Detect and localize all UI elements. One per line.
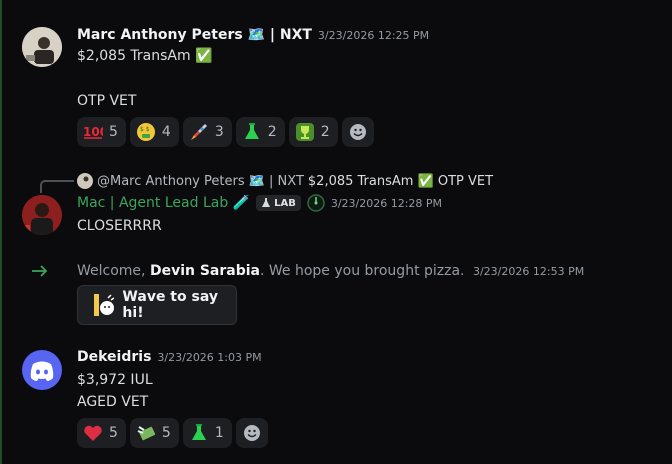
reaction-rocket[interactable]: 3: [182, 117, 232, 147]
welcome-message: Welcome, Devin Sarabia. We hope you brou…: [77, 263, 584, 279]
author-name[interactable]: Dekeidris: [77, 349, 151, 365]
message-header: Marc Anthony Peters 🗺️ | NXT 3/23/2026 1…: [77, 27, 429, 43]
reply-spine: [40, 180, 74, 193]
avatar-photo-icon: [22, 27, 62, 67]
reaction-flask[interactable]: 2: [235, 117, 285, 147]
message-line: $3,972 IUL: [77, 372, 153, 388]
message-line: $2,085 TransAm ✅: [77, 48, 213, 64]
welcome-suffix: . We hope you brought pizza.: [259, 263, 465, 279]
hundred-points-icon: 100: [83, 122, 103, 142]
reaction-count: 2: [267, 124, 277, 140]
author-name[interactable]: Marc Anthony Peters 🗺️ | NXT: [77, 27, 312, 43]
author-name[interactable]: Mac | Agent Lead Lab 🧪: [77, 195, 250, 211]
discord-logo-icon: [30, 361, 54, 381]
svg-text:$ $: $ $: [140, 126, 150, 133]
avatar[interactable]: [22, 27, 62, 67]
member-join-arrow-icon: [32, 265, 48, 277]
avatar[interactable]: [22, 195, 62, 235]
add-reaction-icon: [242, 423, 262, 443]
welcome-member-name[interactable]: Devin Sarabia: [150, 263, 260, 279]
reaction-count: 3: [214, 124, 224, 140]
reaction-money-wings[interactable]: 5: [129, 418, 179, 448]
trophy-icon: [295, 122, 315, 142]
add-reaction-button[interactable]: [341, 117, 374, 147]
reaction-count: 5: [109, 425, 118, 441]
reply-avatar-icon: [77, 173, 93, 189]
flask-tag-icon: [262, 198, 271, 207]
avatar[interactable]: [22, 350, 62, 390]
message-header: Mac | Agent Lead Lab 🧪 LAB 3/23/2026 12:…: [77, 194, 442, 212]
reaction-hundred[interactable]: 100 5: [77, 117, 126, 147]
server-tag-badge[interactable]: LAB: [256, 195, 301, 211]
reply-text: $2,085 TransAm ✅ OTP VET: [307, 173, 494, 189]
svg-text:100: 100: [83, 125, 103, 139]
timestamp[interactable]: 3/23/2026 12:28 PM: [331, 197, 442, 210]
reaction-count: 5: [161, 425, 171, 441]
channel-edge-divider: [0, 0, 2, 464]
wave-sticker-icon: [94, 294, 115, 316]
reaction-count: 2: [320, 124, 330, 140]
message-line: CLOSERRRR: [77, 218, 162, 234]
red-heart-icon: [83, 423, 103, 443]
reaction-count: 4: [161, 124, 171, 140]
gauge-badge-icon[interactable]: [307, 194, 325, 212]
money-mouth-face-icon: $ $: [136, 122, 156, 142]
welcome-prefix: Welcome,: [77, 263, 150, 279]
timestamp[interactable]: 3/23/2026 12:25 PM: [318, 29, 429, 42]
reaction-heart[interactable]: 5: [77, 418, 126, 448]
rocket-icon: [189, 122, 209, 142]
wave-label: Wave to say hi!: [122, 289, 218, 321]
test-flask-icon: [189, 423, 209, 443]
wave-button[interactable]: Wave to say hi!: [77, 285, 237, 325]
avatar-photo-icon: [22, 195, 62, 235]
timestamp[interactable]: 3/23/2026 12:53 PM: [473, 265, 584, 278]
message-line: AGED VET: [77, 394, 149, 410]
reaction-count: 5: [109, 124, 118, 140]
badge-label: LAB: [274, 197, 296, 209]
reaction-flask[interactable]: 1: [182, 418, 232, 448]
test-flask-icon: [242, 122, 262, 142]
reaction-bar: 5 5 1: [77, 418, 268, 448]
reply-author: @Marc Anthony Peters 🗺️ | NXT: [97, 173, 304, 189]
reaction-bar: 100 5 $ $ 4 3 2 2: [77, 117, 374, 147]
timestamp[interactable]: 3/23/2026 1:03 PM: [157, 351, 261, 364]
reaction-count: 1: [214, 425, 224, 441]
reply-preview[interactable]: @Marc Anthony Peters 🗺️ | NXT $2,085 Tra…: [77, 173, 493, 189]
reaction-money-mouth[interactable]: $ $ 4: [129, 117, 179, 147]
add-reaction-button[interactable]: [235, 418, 268, 448]
message-line: OTP VET: [77, 93, 137, 109]
add-reaction-icon: [348, 122, 368, 142]
money-with-wings-icon: [136, 423, 156, 443]
message-header: Dekeidris 3/23/2026 1:03 PM: [77, 349, 262, 365]
reaction-trophy[interactable]: 2: [288, 117, 338, 147]
